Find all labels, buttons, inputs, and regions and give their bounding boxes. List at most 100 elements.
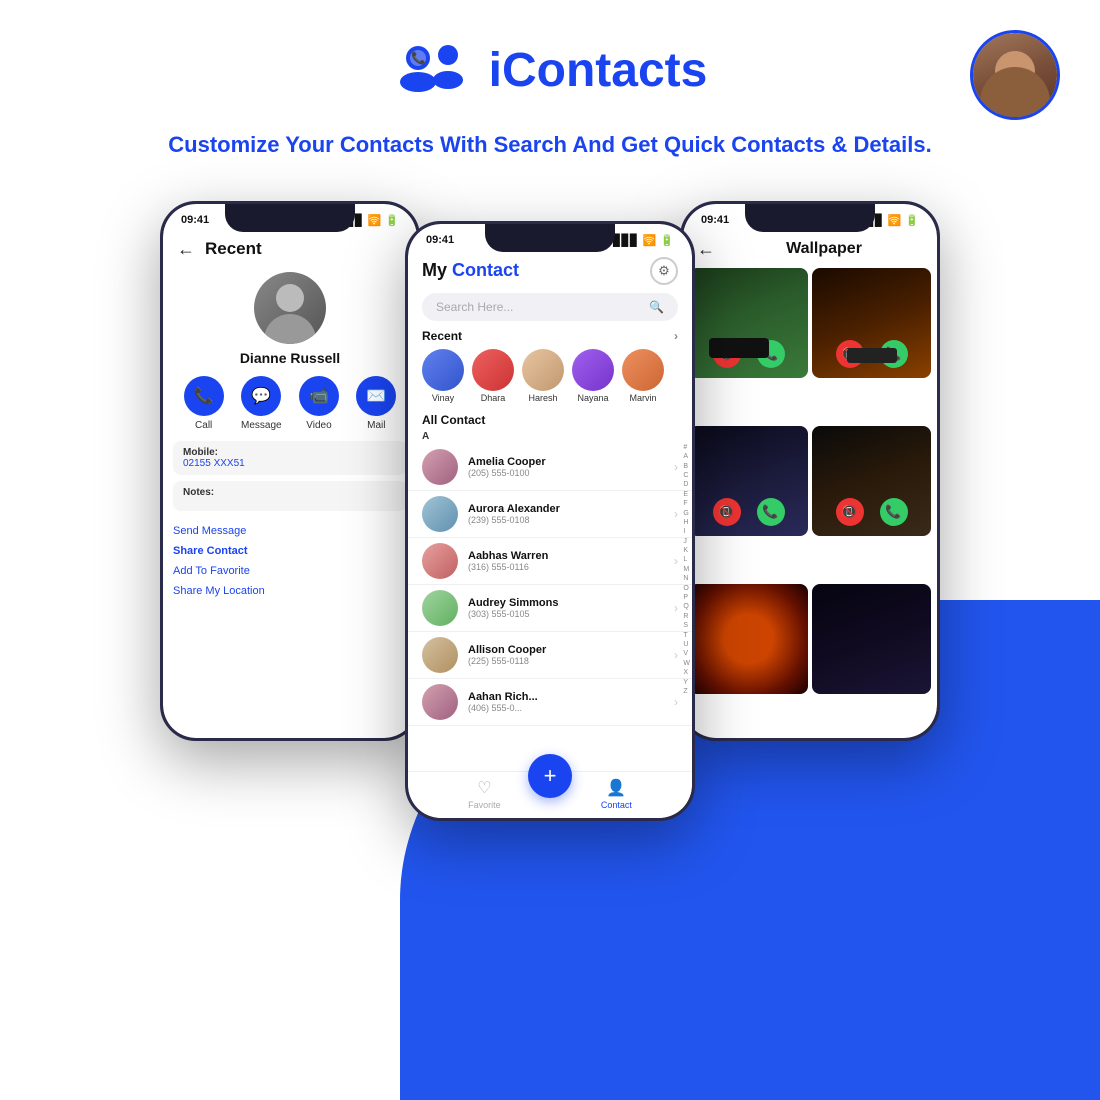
wallpaper-dark-street[interactable]: 📵 📞	[689, 426, 808, 536]
info-audrey: Audrey Simmons (303) 555-0105	[468, 597, 674, 619]
phone-allison: (225) 555-0118	[468, 656, 674, 666]
decline-btn-1[interactable]: 📵	[713, 340, 741, 368]
phone1-time: 09:41	[181, 214, 209, 226]
phone1-screen: 09:41 ▊▊▊ 🛜 🔋 ← Recent Dianne Russell 📞 …	[163, 204, 417, 738]
wallpaper-night-building[interactable]: 📵 📞	[812, 426, 931, 536]
my-contact-header: My Contact ⚙	[408, 251, 692, 289]
phone2-screen: 09:41 ▊▊▊ 🛜 🔋 My Contact ⚙ Search Here..…	[408, 224, 692, 818]
message-action[interactable]: 💬 Message	[241, 376, 282, 431]
row-chevron4: ›	[674, 601, 678, 615]
search-bar[interactable]: Search Here... 🔍	[422, 293, 678, 321]
contact-audrey[interactable]: Audrey Simmons (303) 555-0105 ›	[408, 585, 692, 632]
wallpaper-purple-night[interactable]	[812, 584, 931, 694]
contact-aahan[interactable]: Aahan Rich... (406) 555-0... ›	[408, 679, 692, 726]
phone3-screen: 09:41 ▊▊▊ 🛜 🔋 ← Wallpaper 📵 📞	[683, 204, 937, 738]
wallpaper-back[interactable]: ←	[697, 239, 715, 260]
contact-name: Dianne Russell	[163, 350, 417, 366]
menu-send-message[interactable]: Send Message	[173, 521, 407, 541]
decline-btn-4[interactable]: 📵	[836, 498, 864, 526]
phone2-status-icons: ▊▊▊ 🛜 🔋	[613, 234, 674, 247]
mail-action[interactable]: ✉️ Mail	[356, 376, 396, 431]
accept-btn-2[interactable]: 📞	[880, 340, 908, 368]
call-buttons-4: 📵 📞	[812, 498, 931, 526]
decline-btn-2[interactable]: 📵	[836, 340, 864, 368]
battery-icon: 🔋	[385, 214, 399, 227]
name-dhara: Dhara	[481, 393, 506, 403]
phone1-notch	[225, 204, 355, 232]
phone3-time: 09:41	[701, 214, 729, 226]
recent-contact-haresh[interactable]: Haresh	[522, 349, 564, 403]
avatar-amelia	[422, 449, 458, 485]
settings-button[interactable]: ⚙	[650, 257, 678, 285]
menu-share-contact[interactable]: Share Contact	[173, 541, 407, 561]
contact-avatar	[254, 272, 326, 344]
phone-aahan: (406) 555-0...	[468, 703, 674, 713]
menu-add-favorite[interactable]: Add To Favorite	[173, 561, 407, 581]
wifi-icon3: 🛜	[888, 214, 902, 227]
contact-icon: 👤	[606, 778, 626, 798]
avatar-nayana	[572, 349, 614, 391]
recent-contact-dhara[interactable]: Dhara	[472, 349, 514, 403]
svg-text:📞: 📞	[411, 50, 426, 65]
info-aahan: Aahan Rich... (406) 555-0...	[468, 691, 674, 713]
contact-aabhas[interactable]: Aabhas Warren (316) 555-0116 ›	[408, 538, 692, 585]
info-allison: Allison Cooper (225) 555-0118	[468, 644, 674, 666]
back-button[interactable]: ←	[177, 239, 195, 260]
mobile-section: Mobile: 02155 XXX51	[173, 441, 407, 475]
phone2-time: 09:41	[426, 234, 454, 246]
avatar-aabhas	[422, 543, 458, 579]
recent-label: Recent	[422, 329, 462, 343]
alphabet-sidebar: # A B C D E F G H I J K L M N O P	[683, 444, 690, 697]
app-title: iContacts	[489, 43, 708, 98]
name-aahan: Aahan Rich...	[468, 691, 674, 703]
wallpaper-sunset[interactable]: 📵 📞	[812, 268, 931, 378]
contact-section-title: Recent	[205, 239, 262, 259]
mobile-value[interactable]: 02155 XXX51	[183, 458, 397, 469]
name-nayana: Nayana	[577, 393, 608, 403]
nav-favorite[interactable]: ♡ Favorite	[468, 778, 501, 810]
wallpaper-red-moon[interactable]	[689, 584, 808, 694]
accept-btn-3[interactable]: 📞	[757, 498, 785, 526]
row-chevron6: ›	[674, 695, 678, 709]
info-aabhas: Aabhas Warren (316) 555-0116	[468, 550, 674, 572]
avatar-allison	[422, 637, 458, 673]
contact-aurora[interactable]: Aurora Alexander (239) 555-0108 ›	[408, 491, 692, 538]
logo-area: 📞 iContacts	[393, 40, 708, 100]
recent-contact-marvin[interactable]: Marvin	[622, 349, 664, 403]
app-logo-icon: 📞	[393, 40, 473, 100]
bottom-nav: ♡ Favorite + 👤 Contact	[408, 771, 692, 818]
call-action[interactable]: 📞 Call	[184, 376, 224, 431]
name-aurora: Aurora Alexander	[468, 503, 674, 515]
accept-btn-4[interactable]: 📞	[880, 498, 908, 526]
tagline: Customize Your Contacts With Search And …	[0, 120, 1100, 191]
avatar-image	[973, 33, 1057, 117]
mobile-label: Mobile:	[183, 447, 397, 458]
menu-share-location[interactable]: Share My Location	[173, 581, 407, 601]
name-aabhas: Aabhas Warren	[468, 550, 674, 562]
contact-list: Amelia Cooper (205) 555-0100 › Aurora Al…	[408, 444, 692, 771]
phone-wallpaper: 09:41 ▊▊▊ 🛜 🔋 ← Wallpaper 📵 📞	[680, 201, 940, 741]
menu-list: Send Message Share Contact Add To Favori…	[163, 517, 417, 605]
accept-btn-1[interactable]: 📞	[757, 340, 785, 368]
recent-avatars: Vinay Dhara Haresh Nayana Marvin	[408, 345, 692, 409]
contact-allison[interactable]: Allison Cooper (225) 555-0118 ›	[408, 632, 692, 679]
wallpaper-forest[interactable]: 📵 📞	[689, 268, 808, 378]
recent-chevron-icon[interactable]: ›	[674, 329, 678, 343]
video-action[interactable]: 📹 Video	[299, 376, 339, 431]
phone3-notch	[745, 204, 875, 232]
recent-contact-vinay[interactable]: Vinay	[422, 349, 464, 403]
name-amelia: Amelia Cooper	[468, 456, 674, 468]
wifi-icon2: 🛜	[643, 234, 657, 247]
add-contact-fab[interactable]: +	[528, 754, 572, 798]
user-avatar[interactable]	[970, 30, 1060, 120]
nav-contact[interactable]: 👤 Contact	[601, 778, 632, 810]
contact-amelia[interactable]: Amelia Cooper (205) 555-0100 ›	[408, 444, 692, 491]
decline-btn-3[interactable]: 📵	[713, 498, 741, 526]
name-vinay: Vinay	[432, 393, 454, 403]
recent-contact-nayana[interactable]: Nayana	[572, 349, 614, 403]
favorite-icon: ♡	[477, 778, 491, 798]
wallpaper-header: ← Wallpaper	[683, 231, 937, 268]
recent-row: Recent ›	[408, 325, 692, 345]
phones-showcase: 09:41 ▊▊▊ 🛜 🔋 ← Recent Dianne Russell 📞 …	[0, 201, 1100, 821]
phone-contacts: 09:41 ▊▊▊ 🛜 🔋 My Contact ⚙ Search Here..…	[405, 221, 695, 821]
